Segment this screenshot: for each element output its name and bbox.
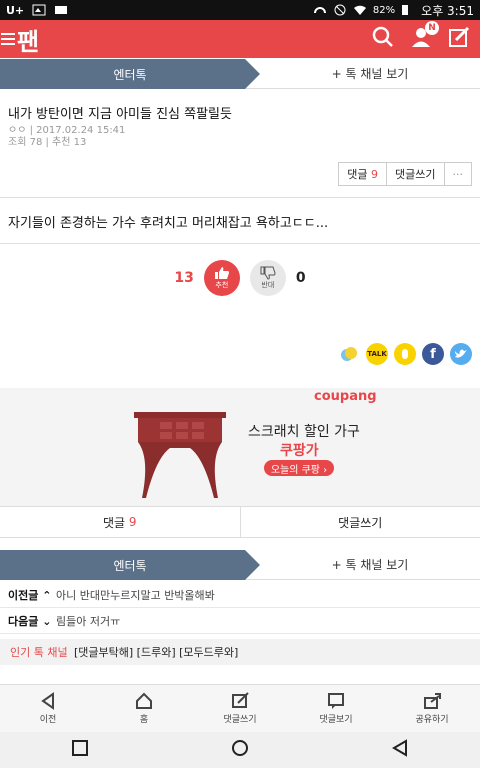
- nav-view-comments[interactable]: 댓글보기: [288, 685, 384, 732]
- kakaopage-icon[interactable]: [394, 343, 416, 365]
- channel-tabbar: 엔터톡 + 톡 채널 보기: [0, 59, 480, 89]
- divider: [0, 197, 480, 198]
- comments-button[interactable]: 댓글 9: [0, 507, 241, 537]
- bottom-nav: 이전 홈 댓글쓰기 댓글보기 공유하기: [0, 684, 480, 732]
- ad-category: 쿠팡가: [280, 443, 319, 459]
- view-channels-link[interactable]: + 톡 채널 보기: [260, 59, 480, 88]
- prev-post-row[interactable]: 이전글 ⌃ 아니 반대만누르지말고 반박올해봐: [0, 582, 480, 608]
- comment-actions: 댓글 9 댓글쓰기: [0, 506, 480, 538]
- next-label: 다음글 ⌄: [8, 614, 52, 628]
- dislike-count: 0: [295, 270, 306, 286]
- ad-coupon-button[interactable]: 오늘의 쿠팡 ›: [264, 460, 334, 476]
- twitter-icon[interactable]: [450, 343, 472, 365]
- like-button[interactable]: 추천: [203, 260, 240, 296]
- thumbs-up-icon: [214, 267, 229, 279]
- ad-brand: coupang: [314, 389, 377, 404]
- carrier-icon: U+: [6, 3, 25, 17]
- clock: 오후 3:51: [421, 3, 474, 18]
- popular-channels: 인기 톡 채널 [댓글부탁해] [드루와] [모두드루와]: [0, 639, 480, 665]
- divider: [0, 243, 480, 244]
- thumbs-down-icon: [260, 266, 276, 280]
- post-body: 자기들이 존경하는 가수 후려치고 머리채잡고 욕하고ㄷㄷ...: [8, 216, 329, 231]
- nav-home[interactable]: 홈: [96, 685, 192, 732]
- app-logo[interactable]: 팬: [17, 22, 39, 57]
- share-icon: [424, 693, 441, 709]
- nav-write-comment[interactable]: 댓글쓰기: [192, 685, 288, 732]
- post-title: 내가 방탄이면 지금 아미들 진심 쪽팔릴듯: [8, 107, 232, 122]
- message-icon: [54, 4, 68, 16]
- home-circle-icon[interactable]: [231, 739, 249, 761]
- headphone-icon: [313, 4, 327, 16]
- recent-apps-icon[interactable]: [71, 739, 89, 761]
- mute-icon: [333, 4, 347, 16]
- back-icon: [41, 692, 54, 710]
- write-comment-bottom-button[interactable]: 댓글쓰기: [241, 507, 480, 537]
- home-icon: [136, 692, 152, 709]
- like-count: 13: [174, 270, 194, 286]
- app-header: 팬 N: [0, 20, 480, 58]
- system-nav: [0, 732, 480, 768]
- view-channels-link-bottom[interactable]: + 톡 채널 보기: [260, 550, 480, 579]
- comment-count-button[interactable]: 댓글 9: [339, 163, 388, 185]
- more-button[interactable]: ···: [445, 163, 472, 185]
- notification-icon: [32, 4, 46, 16]
- vote-area: 13 추천 반대 0: [0, 260, 480, 296]
- search-icon[interactable]: [372, 26, 394, 52]
- post-stats: 조회 78 | 추천 13: [8, 137, 87, 148]
- facebook-icon[interactable]: f: [422, 343, 444, 365]
- ad-description: 스크래치 할인 가구: [248, 424, 360, 440]
- tab-entertalk[interactable]: 엔터톡: [0, 59, 260, 89]
- popular-links[interactable]: [댓글부탁해] [드루와] [모두드루와]: [74, 644, 238, 660]
- user-icon[interactable]: N: [410, 21, 439, 52]
- nav-share[interactable]: 공유하기: [384, 685, 480, 732]
- write-icon[interactable]: [448, 26, 470, 52]
- comments-icon: [328, 693, 344, 709]
- nav-back[interactable]: 이전: [0, 685, 96, 732]
- battery-label: 82%: [372, 4, 396, 16]
- ad-banner[interactable]: [0, 388, 480, 506]
- battery-icon: [401, 4, 415, 16]
- notification-badge: N: [425, 21, 439, 35]
- popular-label: 인기 톡 채널: [10, 646, 68, 659]
- dislike-button[interactable]: 반대: [249, 260, 286, 296]
- next-post-row[interactable]: 다음글 ⌄ 림들아 저거ㅠ: [0, 608, 480, 634]
- next-title: 림들아 저거ㅠ: [56, 614, 121, 628]
- menu-icon[interactable]: [1, 33, 15, 45]
- share-icons: TALK f: [338, 343, 472, 365]
- status-bar: U+ 82% 오후 3:51: [0, 0, 480, 20]
- channel-tabbar-bottom: 엔터톡 + 톡 채널 보기: [0, 550, 480, 580]
- back-triangle-icon[interactable]: [391, 739, 409, 761]
- kakaotalk-icon[interactable]: TALK: [366, 343, 388, 365]
- write-comment-button[interactable]: 댓글쓰기: [387, 163, 445, 185]
- write-comment-icon: [232, 692, 249, 708]
- wifi-icon: [353, 4, 367, 16]
- prev-title: 아니 반대만누르지말고 반박올해봐: [56, 588, 215, 602]
- tab-entertalk-bottom[interactable]: 엔터톡: [0, 550, 260, 580]
- prev-label: 이전글 ⌃: [8, 588, 52, 602]
- kakaostory-icon[interactable]: [338, 343, 360, 365]
- post-actions: 댓글 9 댓글쓰기 ···: [338, 162, 472, 186]
- ad-furniture-image: [130, 408, 230, 504]
